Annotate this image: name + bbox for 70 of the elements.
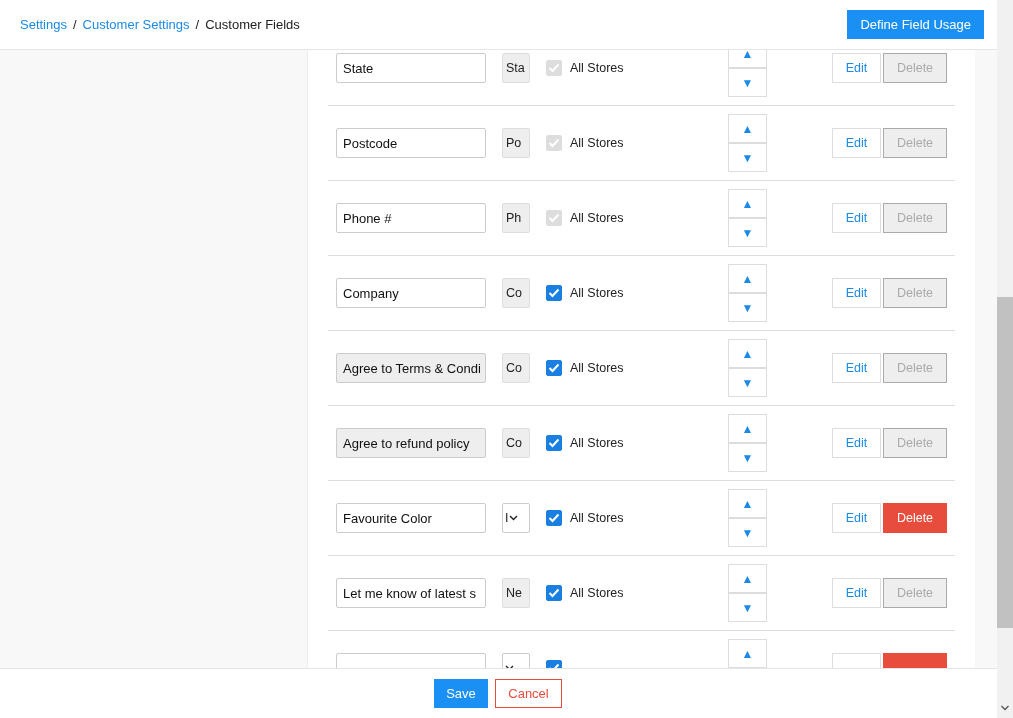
edit-button[interactable]: Edit [832, 128, 881, 158]
move-up-button[interactable]: ▲ [728, 114, 767, 143]
checkbox-label: All Stores [570, 436, 625, 450]
delete-button[interactable]: Delete [883, 353, 947, 383]
field-name-input[interactable]: Phone # [336, 203, 486, 233]
field-type-select[interactable]: I [502, 503, 530, 533]
edit-button[interactable]: Edit [832, 278, 881, 308]
delete-button[interactable]: Delete [883, 203, 947, 233]
breadcrumb-link[interactable]: Settings [20, 17, 67, 32]
checkbox-label: All Stores [570, 136, 625, 150]
field-type-input[interactable]: Co [502, 353, 530, 383]
cancel-button[interactable]: Cancel [495, 679, 562, 708]
field-name-input[interactable]: Favourite Color [336, 503, 486, 533]
edit-button[interactable]: Edit [832, 578, 881, 608]
field-name-input[interactable]: Company [336, 278, 486, 308]
field-type-input[interactable]: Sta [502, 53, 530, 83]
all-stores-checkbox[interactable] [546, 360, 562, 376]
checkbox-label: All Stores [570, 211, 625, 225]
edit-button[interactable]: Edit [832, 428, 881, 458]
checkbox-label: All Stores [570, 586, 625, 600]
all-stores-checkbox[interactable] [546, 585, 562, 601]
scrollbar-drawing[interactable] [997, 0, 1013, 718]
breadcrumb-separator: / [195, 17, 200, 32]
move-down-button[interactable]: ▼ [728, 143, 767, 172]
move-up-button[interactable]: ▲ [728, 639, 767, 668]
move-down-button[interactable]: ▼ [728, 368, 767, 397]
all-stores-checkbox[interactable] [546, 435, 562, 451]
delete-button[interactable]: Delete [883, 278, 947, 308]
delete-button[interactable]: Delete [883, 578, 947, 608]
move-up-button[interactable]: ▲ [728, 189, 767, 218]
checkbox-label: All Stores [570, 286, 625, 300]
field-name-input[interactable]: State [336, 53, 486, 83]
field-type-input[interactable]: Co [502, 278, 530, 308]
breadcrumb-link[interactable]: Customer Settings [82, 17, 190, 32]
checkbox-label: All Stores [570, 361, 625, 375]
move-down-button[interactable]: ▼ [728, 593, 767, 622]
field-name-input[interactable]: Let me know of latest s [336, 578, 486, 608]
move-up-button[interactable]: ▲ [728, 50, 767, 68]
move-up-button[interactable]: ▲ [728, 264, 767, 293]
delete-button[interactable]: Delete [883, 503, 947, 533]
edit-button[interactable]: Edit [832, 503, 881, 533]
move-down-button[interactable]: ▼ [728, 68, 767, 97]
checkbox-label: All Stores [570, 511, 625, 525]
edit-button[interactable]: Edit [832, 53, 881, 83]
move-down-button[interactable]: ▼ [728, 218, 767, 247]
breadcrumb-current: Customer Fields [205, 17, 300, 32]
move-up-button[interactable]: ▲ [728, 564, 767, 593]
breadcrumb-separator: / [73, 17, 77, 32]
edit-button[interactable]: Edit [832, 203, 881, 233]
move-up-button[interactable]: ▲ [728, 339, 767, 368]
define-field-usage-button[interactable]: Define Field Usage [847, 10, 984, 39]
field-type-input[interactable]: Ne [502, 578, 530, 608]
field-type-input[interactable]: Ph [502, 203, 530, 233]
delete-button[interactable]: Delete [883, 53, 947, 83]
all-stores-checkbox[interactable] [546, 285, 562, 301]
save-button[interactable]: Save [434, 679, 488, 708]
chevron-down-icon [509, 515, 519, 521]
edit-button[interactable]: Edit [832, 353, 881, 383]
move-down-button[interactable]: ▼ [728, 443, 767, 472]
move-up-button[interactable]: ▲ [728, 489, 767, 518]
move-down-button[interactable]: ▼ [728, 518, 767, 547]
delete-button[interactable]: Delete [883, 128, 947, 158]
field-type-input[interactable]: Po [502, 128, 530, 158]
all-stores-checkbox[interactable] [546, 510, 562, 526]
move-down-button[interactable]: ▼ [728, 293, 767, 322]
checkbox-label: All Stores [570, 61, 625, 75]
field-name-input[interactable]: Postcode [336, 128, 486, 158]
delete-button[interactable]: Delete [883, 428, 947, 458]
field-type-input[interactable]: Co [502, 428, 530, 458]
move-up-button[interactable]: ▲ [728, 414, 767, 443]
